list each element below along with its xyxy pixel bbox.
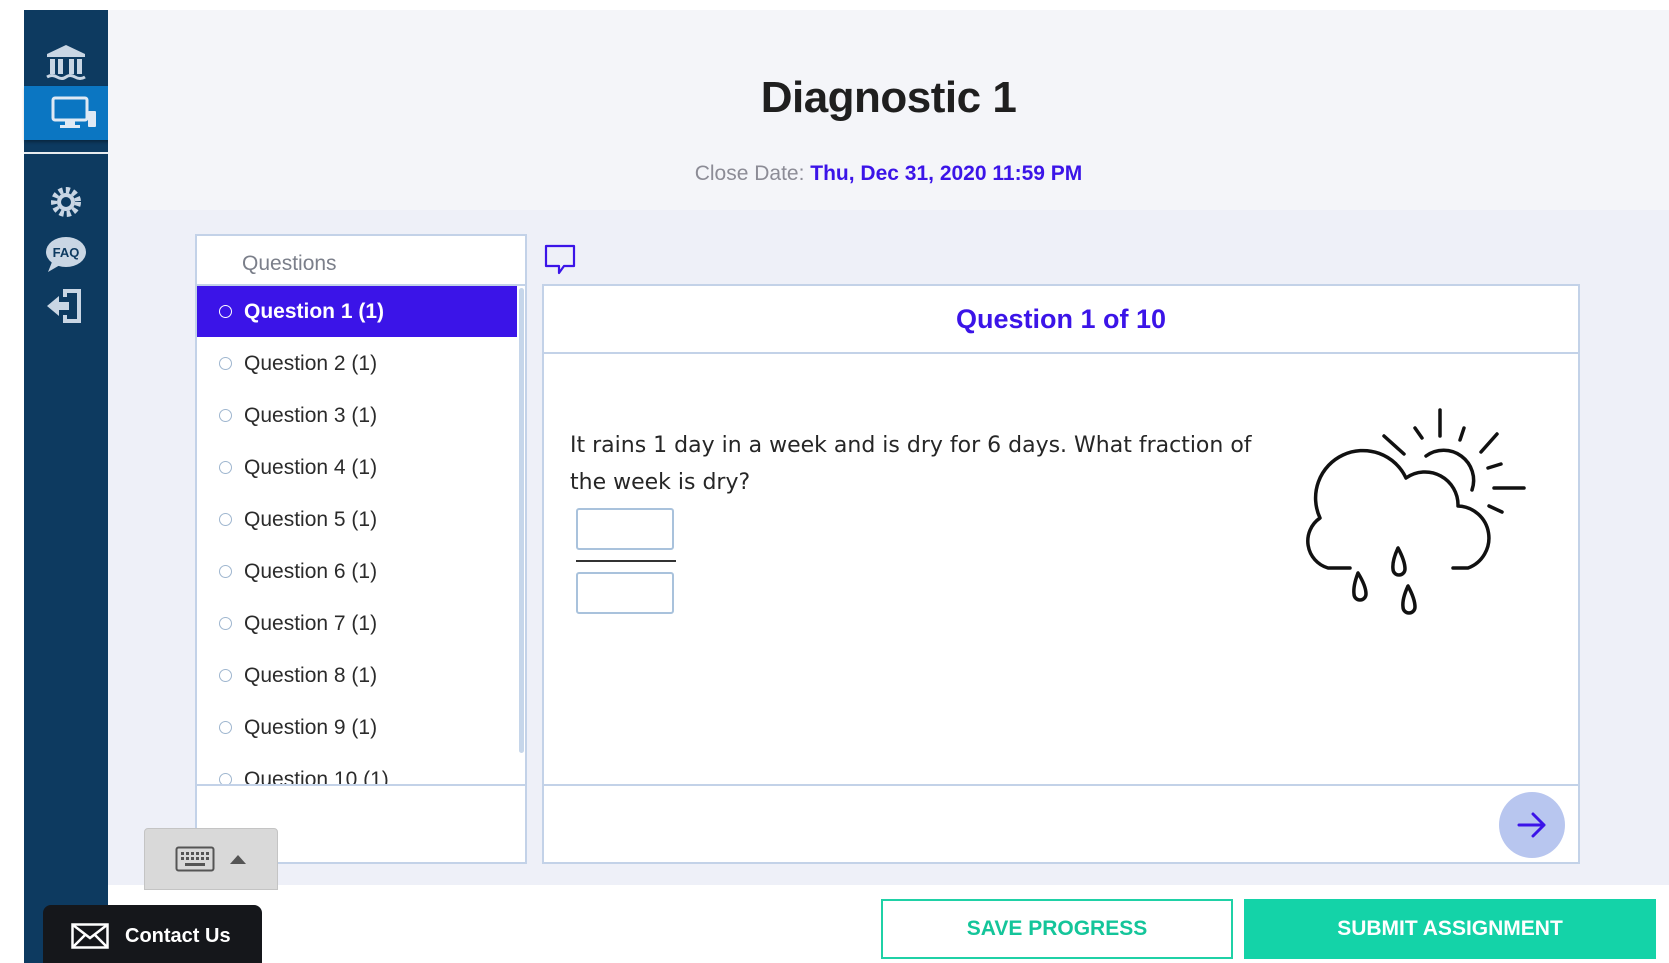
questions-heading: Questions (242, 252, 337, 275)
numerator-input[interactable] (576, 508, 674, 550)
question-item-label: Question 5 (1) (244, 507, 378, 531)
save-progress-button[interactable]: SAVE PROGRESS (881, 899, 1233, 959)
questions-panel-header: Questions (197, 236, 525, 286)
question-item-label: Question 8 (1) (244, 663, 378, 687)
denominator-input[interactable] (576, 572, 674, 614)
radio-icon (219, 357, 232, 370)
question-item-4[interactable]: Question 4 (1) (197, 442, 517, 493)
exit-icon[interactable] (24, 280, 108, 332)
close-date-value: Thu, Dec 31, 2020 11:59 PM (810, 162, 1083, 185)
settings-icon[interactable] (24, 176, 108, 228)
next-question-button[interactable] (1499, 792, 1565, 858)
question-item-label: Question 2 (1) (244, 351, 378, 375)
question-card: Question 1 of 10 It rains 1 day in a wee… (542, 284, 1580, 864)
question-list-scrollbar[interactable] (519, 288, 524, 753)
radio-icon (219, 513, 232, 526)
assignment-header: Diagnostic 1 Close Date: Thu, Dec 31, 20… (108, 10, 1669, 210)
question-item-10[interactable]: Question 10 (1) (197, 754, 517, 786)
question-item-5[interactable]: Question 5 (1) (197, 494, 517, 545)
question-item-1[interactable]: Question 1 (1) (197, 286, 517, 337)
radio-icon (219, 669, 232, 682)
caret-up-icon (230, 855, 246, 864)
sidebar-divider (24, 152, 108, 154)
radio-icon (219, 305, 232, 318)
contact-us-label: Contact Us (125, 924, 231, 947)
radio-icon (219, 721, 232, 734)
app-window: FAQ Diagnostic 1 Close Date: Thu, Dec 31… (0, 0, 1669, 963)
radio-icon (219, 409, 232, 422)
radio-icon (219, 565, 232, 578)
page-title: Diagnostic 1 (760, 73, 1017, 122)
questions-panel-divider (197, 784, 525, 786)
envelope-icon (71, 923, 109, 949)
institution-icon[interactable] (24, 37, 108, 89)
question-item-label: Question 6 (1) (244, 559, 378, 583)
question-counter: Question 1 of 10 (544, 286, 1578, 354)
question-prompt: It rains 1 day in a week and is dry for … (570, 433, 1252, 495)
question-item-3[interactable]: Question 3 (1) (197, 390, 517, 441)
faq-icon[interactable]: FAQ (24, 228, 108, 280)
question-item-label: Question 1 (1) (244, 299, 385, 323)
questions-panel: Questions Question 1 (1) Question 2 (1) … (195, 234, 527, 864)
question-item-label: Question 4 (1) (244, 455, 378, 479)
contact-us-button[interactable]: Contact Us (43, 905, 262, 963)
close-date-label: Close Date: (694, 162, 805, 185)
question-item-6[interactable]: Question 6 (1) (197, 546, 517, 597)
question-list: Question 1 (1) Question 2 (1) Question 3… (197, 286, 517, 786)
radio-icon (219, 617, 232, 630)
comment-icon[interactable] (544, 244, 576, 281)
sidebar: FAQ (24, 10, 123, 963)
question-item-label: Question 9 (1) (244, 715, 378, 739)
question-item-label: Question 3 (1) (244, 403, 378, 427)
keyboard-icon (175, 846, 215, 872)
keyboard-toggle-button[interactable] (144, 828, 278, 890)
close-date: Close Date: Thu, Dec 31, 2020 11:59 PM (108, 162, 1669, 186)
question-item-label: Question 7 (1) (244, 611, 378, 635)
submit-assignment-button[interactable]: SUBMIT ASSIGNMENT (1244, 899, 1656, 959)
question-item-2[interactable]: Question 2 (1) (197, 338, 517, 389)
question-item-8[interactable]: Question 8 (1) (197, 650, 517, 701)
question-card-divider (544, 784, 1578, 786)
question-item-7[interactable]: Question 7 (1) (197, 598, 517, 649)
svg-text:FAQ: FAQ (53, 245, 80, 260)
cloud-rain-sun-icon (1288, 408, 1528, 623)
radio-icon (219, 461, 232, 474)
fraction-bar (576, 560, 676, 562)
arrow-right-icon (1517, 812, 1546, 838)
question-item-9[interactable]: Question 9 (1) (197, 702, 517, 753)
